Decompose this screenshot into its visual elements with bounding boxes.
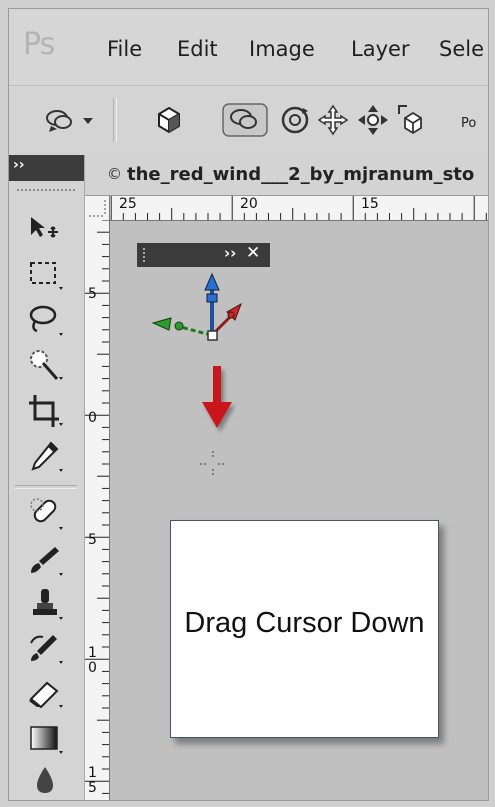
3d-slide-icon[interactable]: [355, 102, 391, 138]
ruler-label-15: 15: [361, 196, 379, 212]
eyedropper-tool[interactable]: [23, 437, 67, 477]
blur-tool[interactable]: [23, 761, 67, 800]
ruler-label-v5: 5: [88, 286, 97, 302]
3d-pan-icon[interactable]: [315, 102, 351, 138]
menu-select[interactable]: Sele: [439, 37, 484, 61]
ruler-origin[interactable]: [85, 196, 110, 221]
drag-down-arrow-icon: [202, 366, 232, 428]
3d-scale-icon[interactable]: [395, 102, 431, 138]
3d-axis-widget[interactable]: [145, 268, 255, 358]
document-title: the_red_wind___2_by_mjranum_sto: [127, 164, 475, 185]
expand-panel-icon[interactable]: ››: [224, 244, 236, 262]
clone-stamp-tool[interactable]: [23, 585, 67, 625]
close-document-icon[interactable]: ©: [107, 165, 122, 183]
marquee-tool[interactable]: [23, 255, 67, 295]
tools-panel-grip[interactable]: [17, 189, 75, 195]
horizontal-ruler-ticks: [86, 196, 487, 220]
tools-panel-header: ››: [9, 155, 84, 181]
ruler-label-v15: 1 5: [88, 765, 97, 796]
options-bar: Po: [9, 85, 488, 157]
tools-panel: ››: [9, 155, 85, 800]
horizontal-ruler[interactable]: 25 20 15: [85, 196, 488, 221]
instruction-callout: Drag Cursor Down: [170, 520, 439, 738]
gradient-tool[interactable]: [23, 719, 67, 759]
vertical-ruler-ticks: [85, 220, 109, 794]
ps-logo: Ps: [23, 27, 55, 62]
3d-axis-panel-header[interactable]: ›› ✕: [137, 243, 270, 267]
history-brush-tool[interactable]: [23, 629, 67, 669]
3d-orbit-icon[interactable]: [221, 102, 269, 138]
brush-tool[interactable]: [23, 541, 67, 581]
ruler-label-v10: 1 0: [88, 645, 97, 676]
crop-tool[interactable]: [23, 391, 67, 431]
callout-text: Drag Cursor Down: [184, 607, 425, 639]
panel-grip[interactable]: [143, 248, 151, 262]
crosshair-cursor-icon: [200, 451, 226, 477]
eraser-tool[interactable]: [23, 673, 67, 713]
lasso-tool[interactable]: [23, 301, 67, 341]
menu-file[interactable]: File: [107, 37, 142, 61]
ruler-label-25: 25: [119, 196, 137, 212]
menu-image[interactable]: Image: [249, 37, 315, 61]
menu-layer[interactable]: Layer: [351, 37, 410, 61]
quick-selection-tool[interactable]: [23, 345, 67, 385]
collapse-panel-icon[interactable]: ››: [13, 157, 25, 173]
3d-roll-icon[interactable]: [277, 102, 313, 138]
ruler-label-v5b: 5: [88, 532, 97, 548]
menu-bar: Ps File Edit Image Layer Sele: [9, 9, 488, 84]
spot-healing-brush-tool[interactable]: [23, 495, 67, 535]
close-panel-icon[interactable]: ✕: [246, 243, 260, 263]
menu-edit[interactable]: Edit: [177, 37, 218, 61]
position-label-truncated: Po: [461, 116, 477, 131]
tool-preset-picker[interactable]: [39, 102, 99, 138]
move-tool[interactable]: [23, 207, 67, 247]
ruler-label-v0: 0: [88, 410, 97, 426]
ruler-label-20: 20: [240, 196, 258, 212]
options-divider: [113, 98, 117, 142]
3d-object-icon[interactable]: [151, 102, 187, 138]
tool-divider: [15, 485, 77, 489]
vertical-ruler[interactable]: 5 0 5 1 0 1 5: [85, 220, 110, 800]
document-tab[interactable]: © the_red_wind___2_by_mjranum_sto: [85, 155, 488, 196]
